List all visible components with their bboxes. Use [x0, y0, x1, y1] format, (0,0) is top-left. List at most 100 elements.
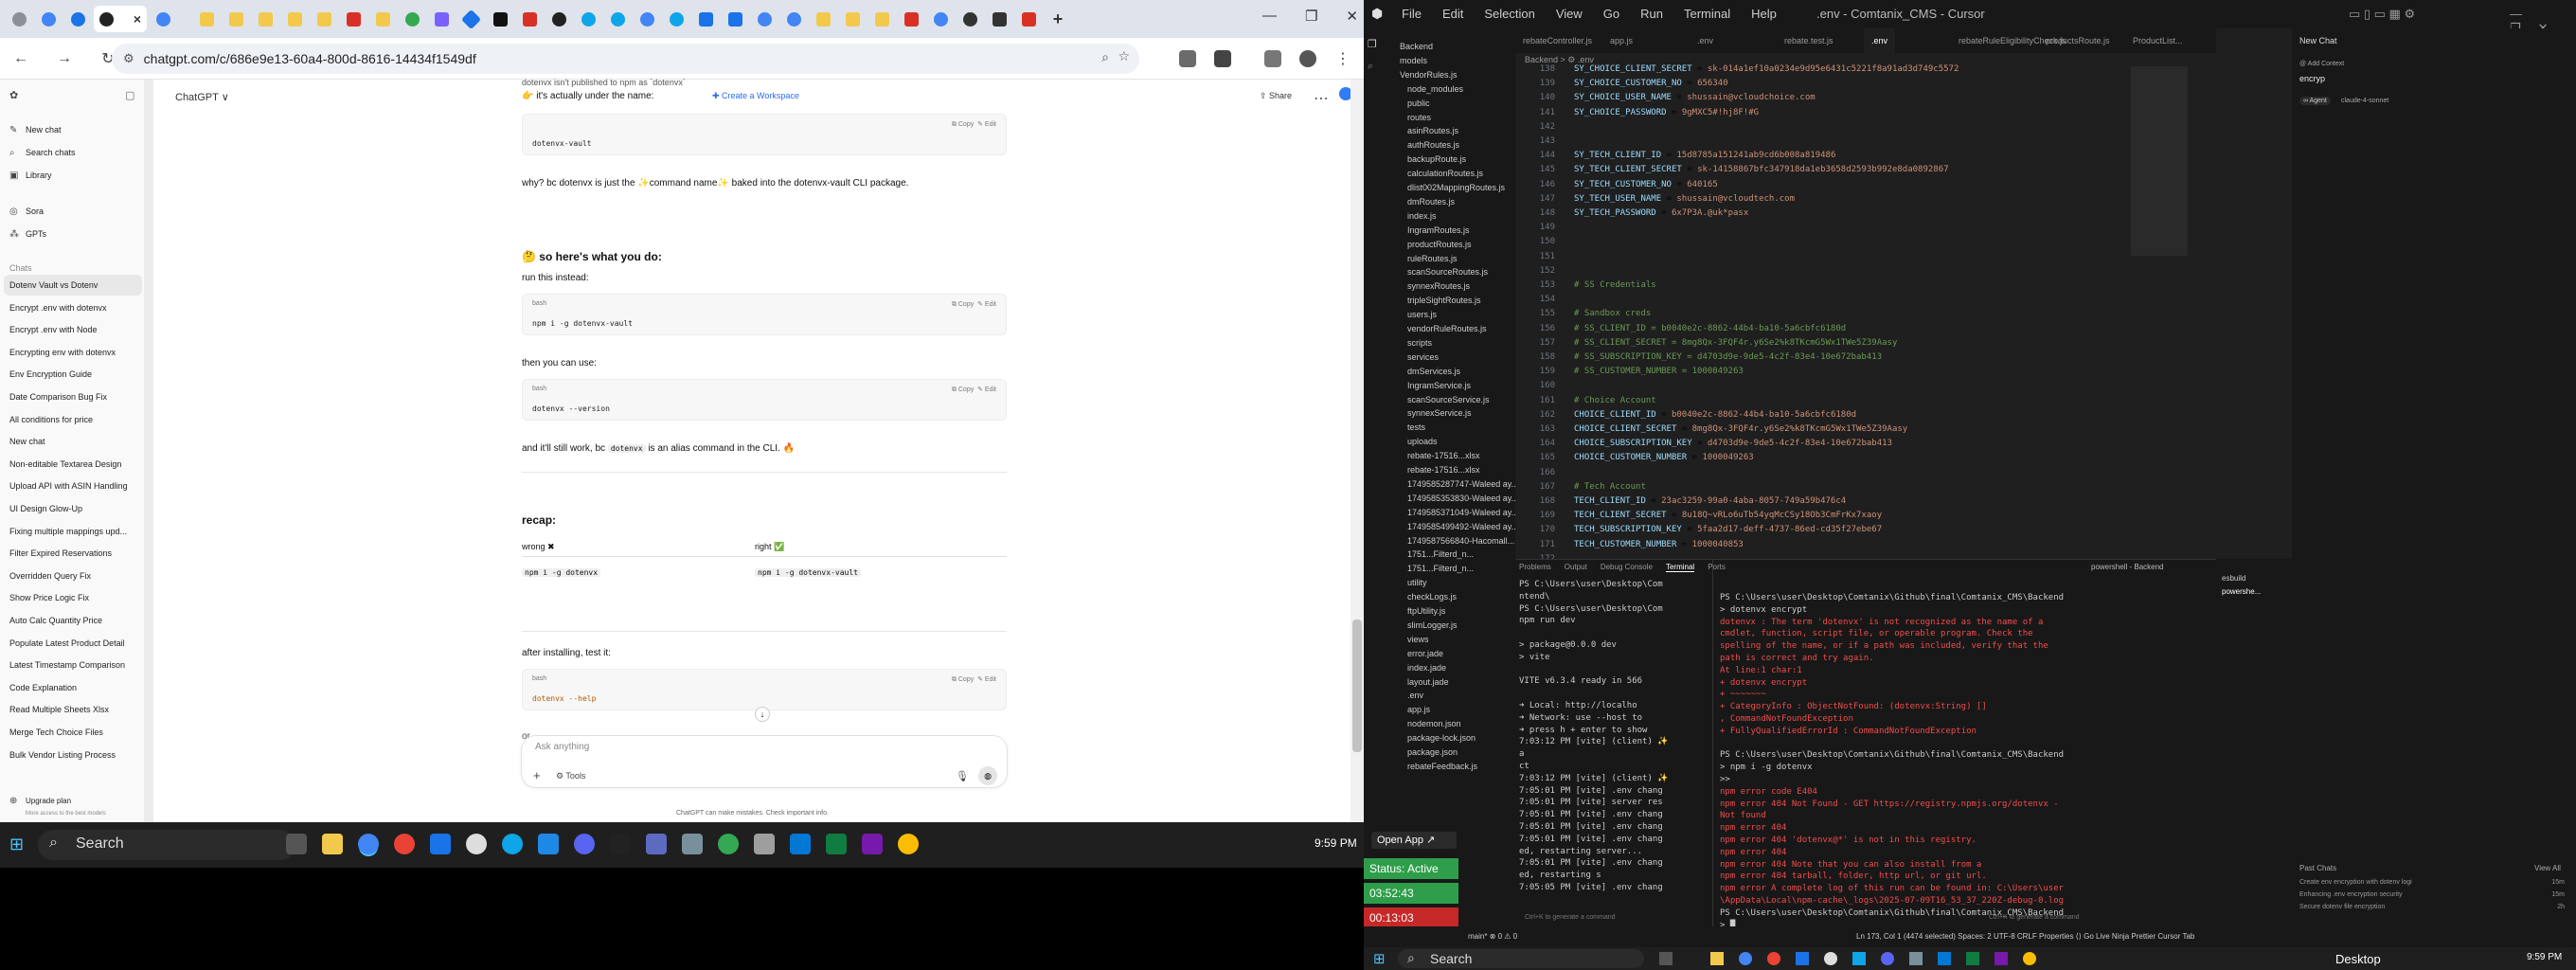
sidebar-sora[interactable]: ◎ Sora — [9, 203, 44, 220]
tab-folder-icon[interactable] — [193, 6, 220, 32]
panel-tab-output[interactable]: Output — [1565, 563, 1587, 572]
sidebar-new-chat[interactable]: ✎ New chat — [9, 121, 62, 138]
copy-button[interactable]: ⧉ Copy — [952, 676, 974, 683]
terminal-left[interactable]: PS C:\Users\user\Desktop\Com ntend\ PS C:\… — [1519, 579, 1699, 894]
explorer-item[interactable]: 1751...Filterd_n... — [1407, 562, 1474, 576]
explorer-item[interactable]: tripleSightRoutes.js — [1407, 294, 1481, 308]
explorer-item[interactable]: error.jade — [1407, 647, 1443, 661]
explorer-item[interactable]: vendorRuleRoutes.js — [1407, 322, 1487, 336]
explorer-item[interactable]: VendorRules.js — [1400, 68, 1458, 82]
extension-icon[interactable] — [1179, 50, 1196, 67]
panel-tab-debug[interactable]: Debug Console — [1601, 563, 1653, 572]
tab-close-icon[interactable]: × — [134, 11, 141, 27]
app-icon[interactable] — [502, 834, 523, 854]
sidebar-chat-item[interactable]: Encrypt .env with Node — [0, 319, 144, 340]
tab-site-icon[interactable] — [986, 6, 1012, 32]
explorer-item[interactable]: 1749585499492-Waleed ay... — [1407, 520, 1518, 534]
chrome-menu-icon[interactable]: ⋮ — [1335, 49, 1351, 68]
zoom-icon[interactable]: ⌕ — [1101, 49, 1109, 65]
chatgpt-logo-icon[interactable]: ✿ — [9, 89, 18, 101]
sidebar-chat-item[interactable]: Overridden Query Fix — [0, 566, 144, 586]
voice-mode-icon[interactable]: ◍ — [978, 766, 997, 785]
explorer-item[interactable]: asinRoutes.js — [1407, 124, 1458, 138]
editor-tab[interactable]: .env — [1864, 28, 1896, 53]
editor-tab[interactable]: .env — [1690, 28, 1721, 53]
explorer-item[interactable]: rebate-17516...xlsx — [1407, 463, 1480, 477]
app-icon[interactable] — [610, 834, 631, 854]
add-context-button[interactable]: @ Add Context — [2299, 61, 2344, 67]
menu-file[interactable]: File — [1402, 7, 1422, 21]
explorer-item[interactable]: views — [1407, 633, 1429, 647]
tab-gmail-icon[interactable] — [516, 6, 543, 32]
explorer-item[interactable]: node_modules — [1407, 82, 1463, 97]
explorer-item[interactable]: app.js — [1407, 703, 1430, 717]
tab-site-icon[interactable] — [428, 6, 455, 32]
tab-folder-icon[interactable] — [868, 6, 895, 32]
extension-icon[interactable] — [1214, 50, 1231, 67]
extensions-puzzle-icon[interactable] — [1264, 50, 1281, 67]
explorer-item[interactable]: tests — [1407, 421, 1425, 435]
attach-plus-icon[interactable]: + — [533, 768, 541, 782]
explorer-item[interactable]: ruleRoutes.js — [1407, 252, 1458, 266]
panel-tab-terminal[interactable]: Terminal — [1665, 563, 1695, 572]
tab-folder-icon[interactable] — [311, 6, 337, 32]
minimize-button[interactable]: — — [1262, 8, 1277, 25]
close-window-button[interactable]: ✕ — [1346, 8, 1358, 25]
explorer-item[interactable]: rebate-17516...xlsx — [1407, 449, 1480, 463]
sidebar-library[interactable]: ▣ Library — [9, 167, 52, 184]
explorer-item[interactable]: index.jade — [1407, 661, 1446, 675]
maximize-button[interactable]: ❐ — [1305, 8, 1317, 25]
close-sidebar-icon[interactable]: ▢ — [125, 89, 134, 101]
panel-tab-problems[interactable]: Problems — [1519, 563, 1551, 572]
explorer-item[interactable]: package-lock.json — [1407, 731, 1476, 745]
tab-site-icon[interactable] — [663, 6, 689, 32]
explorer-item[interactable]: uploads — [1407, 435, 1438, 449]
menu-edit[interactable]: Edit — [1442, 7, 1463, 21]
explorer-icon[interactable]: ❐ — [1368, 38, 1377, 50]
sidebar-chat-item[interactable]: Encrypt .env with dotenvx — [0, 297, 144, 318]
panel-tab-ports[interactable]: Ports — [1708, 563, 1726, 572]
explorer-item[interactable]: 1749585353830-Waleed ay... — [1407, 492, 1518, 506]
vscode-icon[interactable] — [790, 834, 811, 854]
explorer-item[interactable]: 1749585287747-Waleed ay... — [1407, 477, 1518, 492]
tab-folder-icon[interactable] — [252, 6, 278, 32]
sidebar-chat-item[interactable]: All conditions for price — [0, 409, 144, 430]
edit-button[interactable]: ✎ Edit — [977, 121, 996, 128]
menu-view[interactable]: View — [1556, 7, 1583, 21]
task-view-icon[interactable] — [1659, 952, 1673, 965]
tab-folder-icon[interactable] — [223, 6, 249, 32]
menu-run[interactable]: Run — [1640, 7, 1663, 21]
explorer-item[interactable]: 1749585371049-Waleed ay... — [1407, 506, 1518, 520]
tab-search-icon[interactable] — [6, 6, 32, 32]
sidebar-chat-item[interactable]: Encrypting env with dotenvx — [0, 342, 144, 363]
app-icon[interactable] — [1767, 952, 1780, 965]
past-chat-item[interactable]: Enhancing .env encryption security 15m — [2299, 891, 2565, 898]
microphone-icon[interactable]: 🎙 — [956, 770, 969, 782]
task-view-icon[interactable] — [286, 834, 307, 854]
file-explorer-icon[interactable] — [322, 834, 343, 854]
explorer-item[interactable]: package.json — [1407, 745, 1458, 760]
app-icon[interactable] — [1796, 952, 1809, 965]
excel-icon[interactable] — [826, 834, 847, 854]
app-icon[interactable] — [394, 834, 415, 854]
explorer-item[interactable]: authRoutes.js — [1407, 138, 1459, 153]
status-left[interactable]: main* ⊗ 0 ⚠ 0 — [1468, 932, 1517, 941]
sidebar-chat-item[interactable]: Latest Timestamp Comparison — [0, 655, 144, 675]
windows-start-icon[interactable]: ⊞ — [1373, 950, 1386, 967]
explorer-item[interactable]: nodemon.json — [1407, 717, 1461, 731]
tab-site-icon[interactable] — [457, 6, 484, 32]
explorer-item[interactable]: routes — [1407, 111, 1431, 125]
explorer-item[interactable]: dmServices.js — [1407, 365, 1460, 379]
app-icon[interactable] — [538, 834, 559, 854]
create-workspace-button[interactable]: ✚ Create a Workspace — [712, 91, 799, 101]
back-icon[interactable]: ← — [9, 50, 32, 67]
editor-tab[interactable]: app.js — [1602, 28, 1640, 53]
editor-tab[interactable]: rebate.test.js — [1777, 28, 1841, 53]
sidebar-chat-item[interactable]: Env Encryption Guide — [0, 364, 144, 385]
explorer-item[interactable]: public — [1407, 97, 1430, 111]
desktop-label[interactable]: Desktop — [2335, 952, 2381, 966]
explorer-item[interactable]: 1749587566840-Hacomall... — [1407, 534, 1514, 548]
tab-site-icon[interactable] — [722, 6, 748, 32]
tab-notion-icon[interactable] — [487, 6, 513, 32]
explorer-item[interactable]: layout.jade — [1407, 675, 1449, 690]
